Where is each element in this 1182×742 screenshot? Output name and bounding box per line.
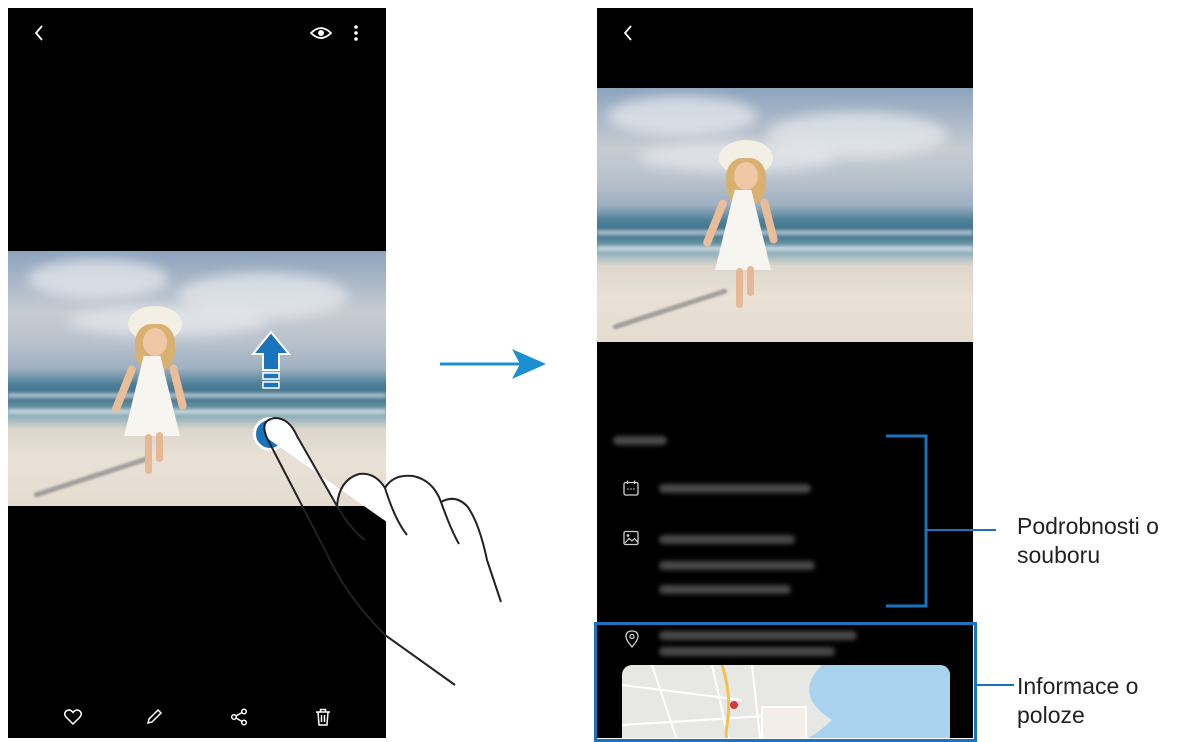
- location-info-frame: [594, 622, 977, 742]
- calendar-icon: [623, 480, 639, 496]
- details-heading: [613, 436, 667, 445]
- chevron-left-icon: [34, 25, 43, 41]
- chevron-left-icon: [623, 25, 632, 41]
- file-size-text: [659, 585, 791, 594]
- file-details-bracket: [886, 434, 996, 608]
- favorite-button[interactable]: [62, 706, 84, 728]
- hand-gesture-illustration: [263, 417, 502, 686]
- back-button[interactable]: [28, 22, 50, 44]
- location-info-leader: [977, 684, 1014, 686]
- location-info-label: Informace o poloze: [1017, 673, 1139, 728]
- share-button[interactable]: [228, 706, 250, 728]
- image-icon: [623, 530, 639, 546]
- share-icon: [230, 708, 248, 726]
- file-name-text: [659, 535, 795, 544]
- more-options-button[interactable]: [348, 22, 364, 44]
- eye-icon: [310, 27, 332, 39]
- file-details-label: Podrobnosti o souboru: [1017, 513, 1159, 568]
- heart-icon: [64, 709, 82, 725]
- view-button[interactable]: [308, 22, 334, 44]
- edit-button[interactable]: [143, 706, 165, 728]
- trash-icon: [316, 708, 330, 726]
- date-row[interactable]: [623, 480, 639, 501]
- more-vertical-icon: [354, 25, 358, 41]
- up-arrow-icon: [250, 330, 292, 389]
- child-figure: [701, 140, 781, 315]
- transition-arrow-icon: [440, 349, 546, 379]
- photo-image[interactable]: [597, 88, 973, 342]
- file-row[interactable]: [623, 530, 639, 551]
- pencil-icon: [146, 708, 163, 725]
- back-button[interactable]: [617, 22, 639, 44]
- delete-button[interactable]: [312, 706, 334, 728]
- date-text: [659, 484, 811, 493]
- file-path-text: [659, 561, 815, 570]
- swipe-up-arrow: [250, 330, 292, 392]
- child-figure: [110, 306, 190, 481]
